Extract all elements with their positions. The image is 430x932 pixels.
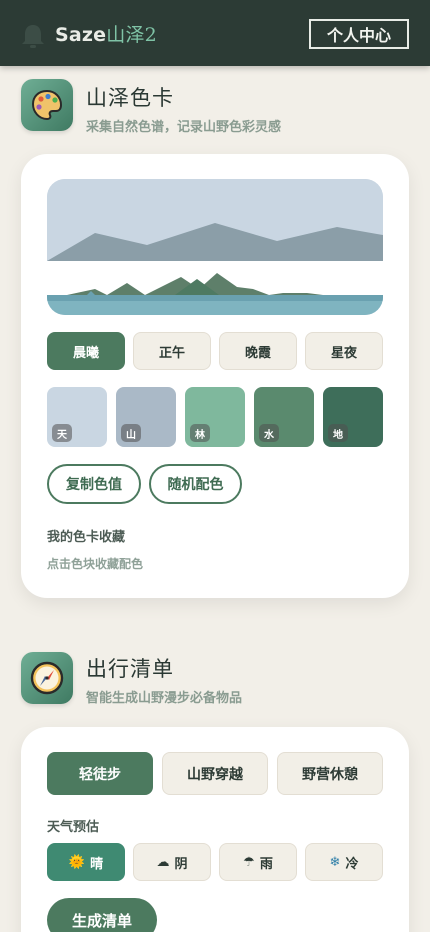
weather-label-cloudy: 阴 — [174, 856, 188, 872]
brand-accent: 山泽2 — [106, 24, 157, 46]
color-swatch-water[interactable]: 水 — [254, 387, 314, 447]
weather-label-rain: 雨 — [259, 856, 273, 872]
activity-chip-camping[interactable]: 野营休憩 — [277, 752, 383, 795]
sun-icon: 🌞 — [68, 854, 86, 870]
bell-icon — [22, 25, 44, 48]
palette-section-subtitle: 采集自然色谱，记录山野色彩灵感 — [86, 120, 282, 135]
generate-list-button[interactable]: 生成清单 — [47, 898, 157, 932]
swatch-tag: 山 — [121, 424, 141, 442]
snowflake-icon: ❄ — [329, 854, 341, 870]
time-chip-sunset[interactable]: 晚霞 — [219, 332, 297, 370]
app-header: Saze山泽2 个人中心 — [0, 0, 430, 66]
checklist-section-subtitle: 智能生成山野漫步必备物品 — [86, 691, 243, 706]
weather-chip-sunny[interactable]: 🌞 晴 — [47, 843, 125, 881]
weather-label-cold: 冷 — [345, 856, 359, 872]
palette-icon — [21, 79, 73, 131]
random-palette-button[interactable]: 随机配色 — [149, 464, 242, 504]
color-swatch-earth[interactable]: 地 — [323, 387, 383, 447]
palette-card: 晨曦 正午 晚霞 星夜 天 山 林 水 地 复制色值 随机配色 我的色卡收藏 点… — [21, 154, 409, 598]
checklist-section-title: 出行清单 — [86, 657, 174, 681]
brand-prefix: Saze — [55, 24, 107, 46]
swatch-tag: 天 — [52, 424, 72, 442]
activity-chip-light-hike[interactable]: 轻徒步 — [47, 752, 153, 795]
time-chip-dawn[interactable]: 晨曦 — [47, 332, 125, 370]
brand-title[interactable]: Saze山泽2 — [55, 20, 157, 47]
activity-chip-traverse[interactable]: 山野穿越 — [162, 752, 268, 795]
color-swatch-sky[interactable]: 天 — [47, 387, 107, 447]
time-chip-night[interactable]: 星夜 — [305, 332, 383, 370]
color-swatch-mountain[interactable]: 山 — [116, 387, 176, 447]
collection-hint: 点击色块收藏配色 — [47, 557, 144, 571]
compass-icon — [21, 652, 73, 704]
swatch-tag: 水 — [259, 424, 279, 442]
weather-chip-rain[interactable]: ☂ 雨 — [219, 843, 297, 881]
weather-label: 天气预估 — [47, 820, 100, 835]
copy-values-button[interactable]: 复制色值 — [47, 464, 141, 504]
landscape-preview — [47, 179, 383, 315]
swatch-tag: 地 — [328, 424, 348, 442]
color-swatch-forest[interactable]: 林 — [185, 387, 245, 447]
collection-title: 我的色卡收藏 — [47, 530, 126, 545]
weather-label-sunny: 晴 — [90, 856, 104, 872]
palette-section-title: 山泽色卡 — [86, 86, 174, 110]
profile-button[interactable]: 个人中心 — [309, 19, 409, 49]
cloud-icon: ☁ — [156, 854, 170, 870]
time-chip-noon[interactable]: 正午 — [133, 332, 211, 370]
swatch-tag: 林 — [190, 424, 210, 442]
weather-chip-cold[interactable]: ❄ 冷 — [305, 843, 383, 881]
rain-icon: ☂ — [243, 854, 255, 870]
weather-chip-cloudy[interactable]: ☁ 阴 — [133, 843, 211, 881]
